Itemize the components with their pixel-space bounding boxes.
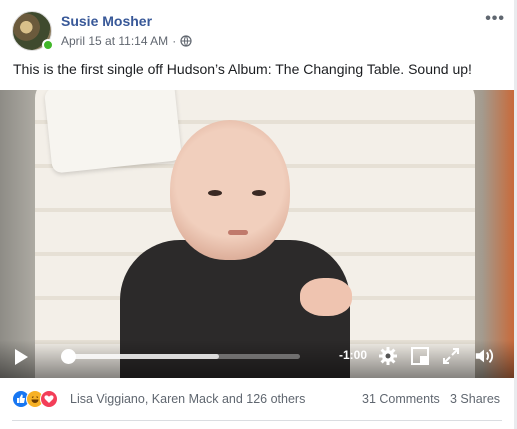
miniplayer-icon[interactable]: [410, 346, 430, 366]
baby-eye-right: [252, 190, 266, 196]
seek-track[interactable]: [68, 354, 300, 359]
footer-divider: [12, 420, 502, 421]
love-reaction-icon: [40, 390, 58, 408]
diaper-stack: [43, 90, 183, 174]
online-status-dot: [42, 39, 54, 51]
video-controls-bar: [0, 340, 514, 378]
play-icon[interactable]: [15, 349, 28, 365]
comments-count[interactable]: 31 Comments: [362, 392, 440, 406]
shares-count[interactable]: 3 Shares: [450, 392, 500, 406]
volume-icon[interactable]: [474, 346, 494, 366]
globe-icon[interactable]: [180, 35, 192, 47]
reaction-icons[interactable]: [12, 390, 58, 408]
more-options-icon[interactable]: •••: [485, 10, 505, 28]
time-remaining: -1:00: [339, 348, 368, 362]
meta-separator: ·: [172, 34, 177, 48]
post-meta: April 15 at 11:14 AM ·: [61, 34, 192, 48]
baby-mouth: [228, 230, 248, 235]
video-player[interactable]: -1:00: [0, 90, 514, 378]
gear-icon[interactable]: [378, 346, 398, 366]
post-card: Susie Mosher April 15 at 11:14 AM · ••• …: [0, 0, 517, 429]
post-caption: This is the first single off Hudson’s Al…: [13, 61, 472, 77]
reactors-summary[interactable]: Lisa Viggiano, Karen Mack and 126 others: [70, 392, 305, 406]
author-name[interactable]: Susie Mosher: [61, 13, 152, 29]
seek-thumb[interactable]: [61, 349, 76, 364]
fullscreen-icon[interactable]: [441, 346, 461, 366]
baby-head: [170, 120, 290, 260]
baby-hand: [300, 278, 352, 316]
seek-buffer-fill: [68, 354, 219, 359]
baby-eye-left: [208, 190, 222, 196]
post-date[interactable]: April 15 at 11:14 AM: [61, 34, 168, 48]
